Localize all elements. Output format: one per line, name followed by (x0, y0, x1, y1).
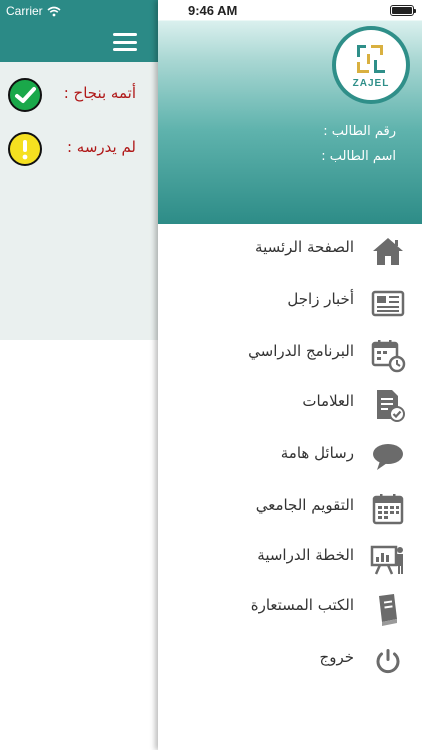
newspaper-icon (371, 290, 405, 317)
menu-label-messages: رسائل هامة (280, 444, 354, 462)
menu-item-news[interactable]: أخبار زاجل (158, 278, 422, 328)
exclamation-icon (8, 132, 42, 166)
chat-bubble-icon (373, 444, 403, 470)
background-page: أتمه بنجاح : لم يدرسه : (0, 0, 158, 750)
book-icon (379, 594, 397, 626)
checkmark-icon (8, 78, 42, 112)
menu-label-study-plan: الخطة الدراسية (257, 546, 354, 564)
menu-label-borrowed-books: الكتب المستعارة (250, 596, 354, 614)
menu-item-calendar[interactable]: التقويم الجامعي (158, 484, 422, 534)
menu-item-home[interactable]: الصفحة الرئسية (158, 226, 422, 276)
zajel-logo: ZAJEL (332, 26, 410, 104)
menu-item-schedule[interactable]: البرنامج الدراسي (158, 330, 422, 380)
menu-item-logout[interactable]: خروج (158, 636, 422, 686)
drawer-header: ZAJEL رقم الطالب : اسم الطالب : (158, 0, 422, 224)
app-screen: أتمه بنجاح : لم يدرسه : Carrier 9:46 AM (0, 0, 422, 750)
hamburger-menu-icon[interactable] (113, 33, 137, 51)
student-name-label: اسم الطالب : (321, 149, 396, 164)
menu-label-logout: خروج (319, 648, 354, 666)
menu-label-grades: العلامات (302, 392, 354, 410)
status-row-pending: لم يدرسه : (0, 130, 158, 170)
pending-label: لم يدرسه : (66, 138, 136, 156)
menu-label-news: أخبار زاجل (287, 290, 354, 308)
student-number-label: رقم الطالب : (323, 124, 396, 139)
menu-item-borrowed-books[interactable]: الكتب المستعارة (158, 584, 422, 634)
carrier-label: Carrier (6, 4, 43, 18)
clock-time: 9:46 AM (188, 3, 238, 18)
logo-text: ZAJEL (352, 78, 390, 89)
wifi-icon (47, 6, 61, 16)
grades-document-icon (377, 390, 405, 422)
calendar-clock-icon (371, 340, 406, 373)
logo-mark-icon (357, 45, 385, 73)
menu-label-home: الصفحة الرئسية (255, 238, 354, 256)
battery-icon (390, 5, 416, 16)
status-row-done: أتمه بنجاح : (0, 76, 158, 116)
presentation-icon (370, 545, 403, 575)
calendar-icon (372, 494, 404, 525)
menu-item-study-plan[interactable]: الخطة الدراسية (158, 534, 422, 584)
status-bar-carrier: Carrier (6, 2, 61, 20)
menu-label-schedule: البرنامج الدراسي (248, 342, 354, 360)
navigation-drawer: ZAJEL رقم الطالب : اسم الطالب : الصفحة ا… (158, 0, 422, 750)
menu-item-messages[interactable]: رسائل هامة (158, 432, 422, 482)
progress-summary-panel: أتمه بنجاح : لم يدرسه : (0, 62, 158, 340)
menu-item-grades[interactable]: العلامات (158, 380, 422, 430)
menu-label-calendar: التقويم الجامعي (255, 496, 354, 514)
home-icon (373, 238, 403, 265)
done-label: أتمه بنجاح : (63, 84, 136, 102)
power-icon (376, 649, 400, 674)
